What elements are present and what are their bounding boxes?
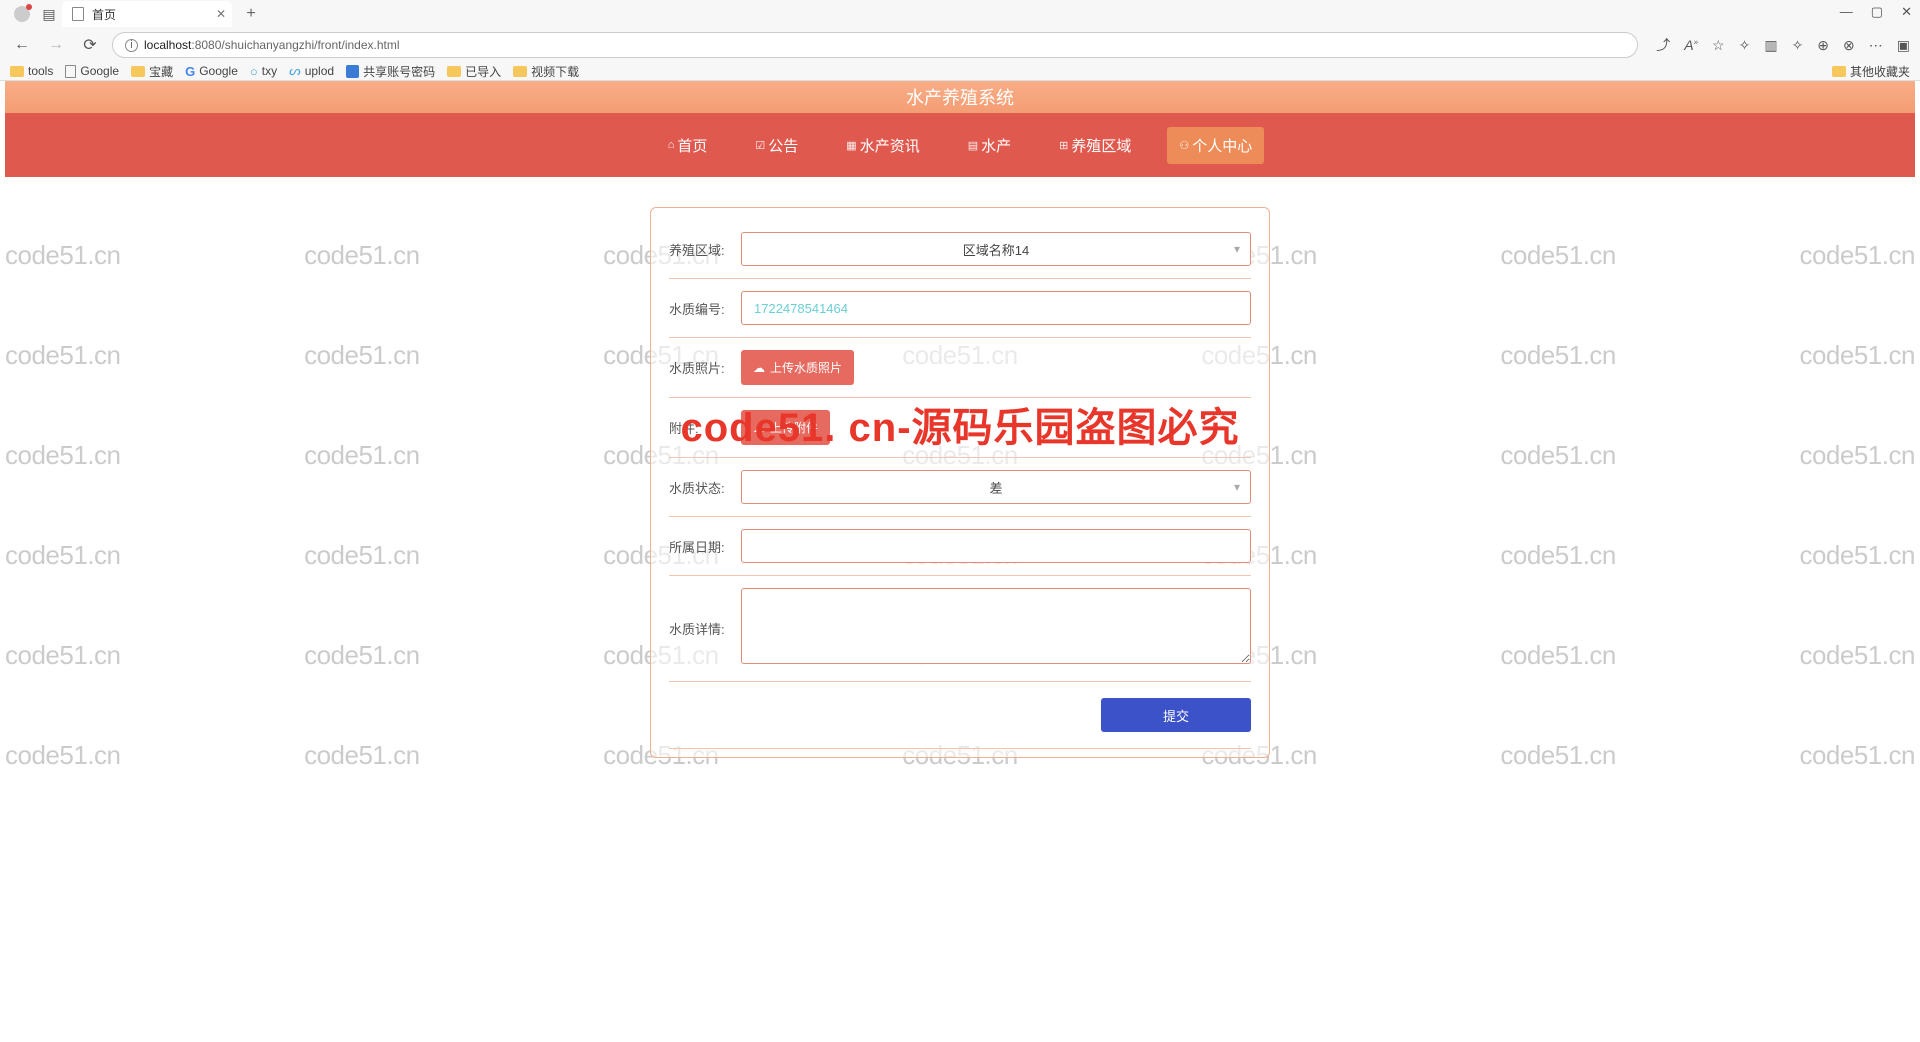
nav-personal[interactable]: ⚇个人中心 [1167,127,1264,164]
nav-home[interactable]: ⌂首页 [656,127,720,164]
main-nav: ⌂首页 ☑公告 ▦水产资讯 ▤水产 ⊞养殖区域 ⚇个人中心 [5,113,1915,177]
nav-aquatic[interactable]: ▤水产 [956,127,1023,164]
date-input[interactable] [741,529,1251,563]
aquatic-icon: ▤ [968,139,978,152]
home-icon: ⌂ [668,139,675,151]
window-controls: — ▢ ✕ [1840,4,1912,20]
app-title-bar: 水产养殖系统 [5,81,1915,113]
refresh-button[interactable]: ⟳ [78,33,102,57]
minimize-button[interactable]: — [1840,4,1853,20]
status-select[interactable]: 差 [741,470,1251,504]
bookmark-google[interactable]: Google [65,64,119,78]
upload-photo-button[interactable]: ☁上传水质照片 [741,350,854,385]
cloud-icon: ☁ [753,421,765,435]
profile-avatar[interactable] [14,6,30,22]
sync-icon[interactable]: ⊕ [1817,37,1829,54]
bookmark-txy[interactable]: ○txy [250,64,277,79]
detail-label: 水质详情: [669,619,741,638]
bookmark-google2[interactable]: GGoogle [185,64,238,79]
bookmark-share[interactable]: 共享账号密码 [346,63,435,80]
performance-icon[interactable]: ⊗ [1843,37,1855,54]
collections-icon[interactable]: ✧ [1792,37,1804,54]
bookmark-video[interactable]: 视频下载 [513,63,579,80]
code-label: 水质编号: [669,299,741,318]
bookmark-baozang[interactable]: 宝藏 [131,63,173,80]
row-detail: 水质详情: [669,576,1251,682]
app-content: 水产养殖系统 ⌂首页 ☑公告 ▦水产资讯 ▤水产 ⊞养殖区域 ⚇个人中心 养殖区… [5,81,1915,758]
user-icon: ⚇ [1179,139,1189,152]
row-code: 水质编号: [669,279,1251,338]
tab-strip: ▤ 首页 ✕ + — ▢ ✕ [0,0,1920,28]
more-icon[interactable]: ⋯ [1869,37,1883,54]
maximize-button[interactable]: ▢ [1871,4,1883,20]
info-icon: i [125,39,138,52]
notice-icon: ☑ [755,139,765,152]
address-bar[interactable]: i localhost :8080/shuichanyangzhi/front/… [112,32,1638,58]
nav-notice[interactable]: ☑公告 [743,127,810,164]
sidebar-icon[interactable]: ▣ [1897,37,1910,54]
row-submit: 提交 [669,682,1251,749]
browser-chrome: ▤ 首页 ✕ + — ▢ ✕ ← → ⟳ i localhost :8080/s… [0,0,1920,81]
url-path: :8080/shuichanyangzhi/front/index.html [191,38,399,52]
page-icon [72,7,84,21]
text-size-icon[interactable]: A» [1684,37,1698,53]
bookmark-tools[interactable]: tools [10,64,53,78]
other-favorites[interactable]: 其他收藏夹 [1832,63,1910,80]
forward-button[interactable]: → [44,33,68,57]
date-label: 所属日期: [669,537,741,556]
extensions-icon[interactable]: ✧ [1739,37,1751,54]
area-icon: ⊞ [1059,139,1068,152]
photo-label: 水质照片: [669,358,741,377]
submit-button[interactable]: 提交 [1101,698,1251,732]
app-title: 水产养殖系统 [906,84,1014,110]
upload-attach-button[interactable]: ☁上传附件 [741,410,830,445]
area-label: 养殖区域: [669,240,741,259]
detail-textarea[interactable] [741,588,1251,664]
address-bar-row: ← → ⟳ i localhost :8080/shuichanyangzhi/… [0,30,1920,60]
row-date: 所属日期: [669,517,1251,576]
close-window-button[interactable]: ✕ [1901,4,1912,20]
area-select[interactable]: 区域名称14 [741,232,1251,266]
cloud-icon: ☁ [753,361,765,375]
row-area: 养殖区域: 区域名称14 [669,220,1251,279]
split-icon[interactable]: ▥ [1764,37,1777,54]
bookmarks-bar: tools Google 宝藏 GGoogle ○txy ᔕuplod 共享账号… [0,60,1920,82]
new-tab-button[interactable]: + [240,3,262,25]
read-aloud-icon[interactable]: ⤴ [1656,35,1670,55]
row-status: 水质状态: 差 [669,458,1251,517]
favorite-icon[interactable]: ☆ [1712,37,1725,54]
form-panel: 养殖区域: 区域名称14 水质编号: 水质照片: ☁上传水质照片 附件: ☁上传… [650,207,1270,758]
browser-tab[interactable]: 首页 ✕ [62,1,232,27]
toolbar-icons: ⤴ A» ☆ ✧ ▥ ✧ ⊕ ⊗ ⋯ ▣ [1656,35,1910,55]
news-icon: ▦ [846,139,856,152]
nav-news[interactable]: ▦水产资讯 [834,127,931,164]
row-photo: 水质照片: ☁上传水质照片 [669,338,1251,398]
nav-area[interactable]: ⊞养殖区域 [1047,127,1143,164]
bookmark-imported[interactable]: 已导入 [447,63,501,80]
tab-title: 首页 [92,6,116,23]
row-attach: 附件: ☁上传附件 [669,398,1251,458]
bookmark-uplod[interactable]: ᔕuplod [289,63,334,79]
status-label: 水质状态: [669,478,741,497]
url-host: localhost [144,38,191,52]
attach-label: 附件: [669,418,741,437]
code-input[interactable] [741,291,1251,325]
close-icon[interactable]: ✕ [216,7,226,21]
back-button[interactable]: ← [10,33,34,57]
workspace-icon[interactable]: ▤ [40,5,58,23]
